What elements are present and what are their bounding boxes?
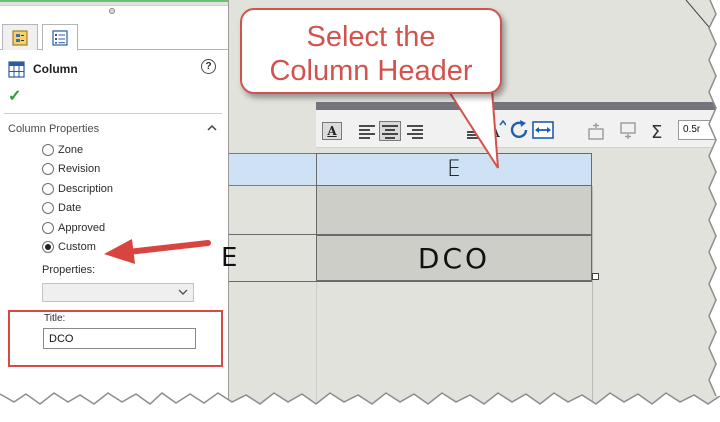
callout-line-2: Column Header <box>269 55 473 87</box>
text-size-icon[interactable]: A <box>488 119 506 141</box>
title-field[interactable] <box>43 328 196 349</box>
selected-row-left-cell[interactable] <box>229 153 316 186</box>
divider <box>4 113 222 114</box>
valign-bottom-icon[interactable] <box>466 122 484 140</box>
radio-revision[interactable]: Revision <box>42 161 100 177</box>
panel-tab-strip <box>0 24 228 51</box>
help-icon[interactable]: ? <box>201 59 216 74</box>
table-row-border <box>229 281 592 282</box>
column-header-cell[interactable]: E <box>316 153 592 186</box>
radio-label: Zone <box>58 144 84 156</box>
cell-text-fragment: E <box>221 243 238 273</box>
tab-property-manager[interactable] <box>42 24 78 51</box>
column-properties-section-title: Column Properties <box>8 123 100 135</box>
panel-top-bar <box>0 0 228 6</box>
radio-date[interactable]: Date <box>42 200 81 216</box>
insert-row-below-icon[interactable] <box>618 122 638 140</box>
table-resize-handle[interactable] <box>592 273 599 280</box>
rotate-icon[interactable] <box>510 119 530 141</box>
properties-dropdown[interactable] <box>42 283 194 302</box>
radio-label: Custom <box>58 241 96 253</box>
title-label: Title: <box>44 313 66 324</box>
ok-check-icon[interactable]: ✓ <box>8 86 21 106</box>
callout-line-1: Select the <box>306 21 436 53</box>
fit-width-icon[interactable] <box>532 119 554 141</box>
sheet-grid-line <box>316 282 317 410</box>
radio-button[interactable] <box>42 202 54 214</box>
sheet-grid-line <box>592 186 593 410</box>
radio-label: Revision <box>58 163 101 175</box>
column-value-cell[interactable]: DCO <box>316 235 592 281</box>
svg-text:Σ: Σ <box>651 122 662 142</box>
chevron-up-icon[interactable] <box>206 122 218 134</box>
property-manager-panel: Column ? ✓ Column Properties Zone Revisi… <box>0 0 229 400</box>
instruction-callout: Select the Column Header <box>240 8 502 94</box>
font-button[interactable]: A <box>322 122 342 140</box>
radio-description[interactable]: Description <box>42 181 113 197</box>
table-column-icon <box>8 60 25 78</box>
panel-title: Column <box>33 62 78 76</box>
table-cell[interactable]: E <box>221 235 316 281</box>
radio-button-selected[interactable] <box>42 241 54 253</box>
zoom-field[interactable]: 0.5r <box>678 120 720 140</box>
radio-label: Approved <box>58 222 106 234</box>
font-icon: A <box>327 124 337 138</box>
panel-resize-grip[interactable] <box>109 8 115 14</box>
radio-button[interactable] <box>42 163 54 175</box>
radio-button[interactable] <box>42 144 54 156</box>
tab-feature-manager[interactable] <box>2 24 38 50</box>
radio-button[interactable] <box>42 183 54 195</box>
align-right-icon[interactable] <box>406 122 424 140</box>
radio-approved[interactable]: Approved <box>42 220 105 236</box>
radio-label: Date <box>58 202 82 214</box>
sum-icon[interactable]: Σ <box>650 120 668 142</box>
title-highlight-box: Title: <box>8 310 223 367</box>
properties-label: Properties: <box>42 264 96 276</box>
sheet-border-line <box>685 0 720 41</box>
radio-zone[interactable]: Zone <box>42 142 83 158</box>
radio-custom[interactable]: Custom <box>42 239 96 255</box>
callout-text: Select the Column Header <box>242 20 500 88</box>
align-center-icon[interactable] <box>379 121 401 141</box>
radio-button[interactable] <box>42 222 54 234</box>
table-format-toolbar: A A Σ 0.5r <box>316 110 720 148</box>
radio-label: Description <box>58 183 114 195</box>
feature-manager-icon <box>12 30 28 45</box>
insert-row-above-icon[interactable] <box>586 122 606 140</box>
property-manager-header: Column ? <box>8 58 218 80</box>
table-cell[interactable] <box>229 186 316 234</box>
chevron-down-icon <box>178 289 188 295</box>
property-manager-icon <box>52 29 68 46</box>
table-toolbar-titlebar[interactable] <box>316 102 720 110</box>
align-left-icon[interactable] <box>358 122 376 140</box>
svg-text:A: A <box>488 123 500 141</box>
table-cell[interactable] <box>316 186 592 234</box>
